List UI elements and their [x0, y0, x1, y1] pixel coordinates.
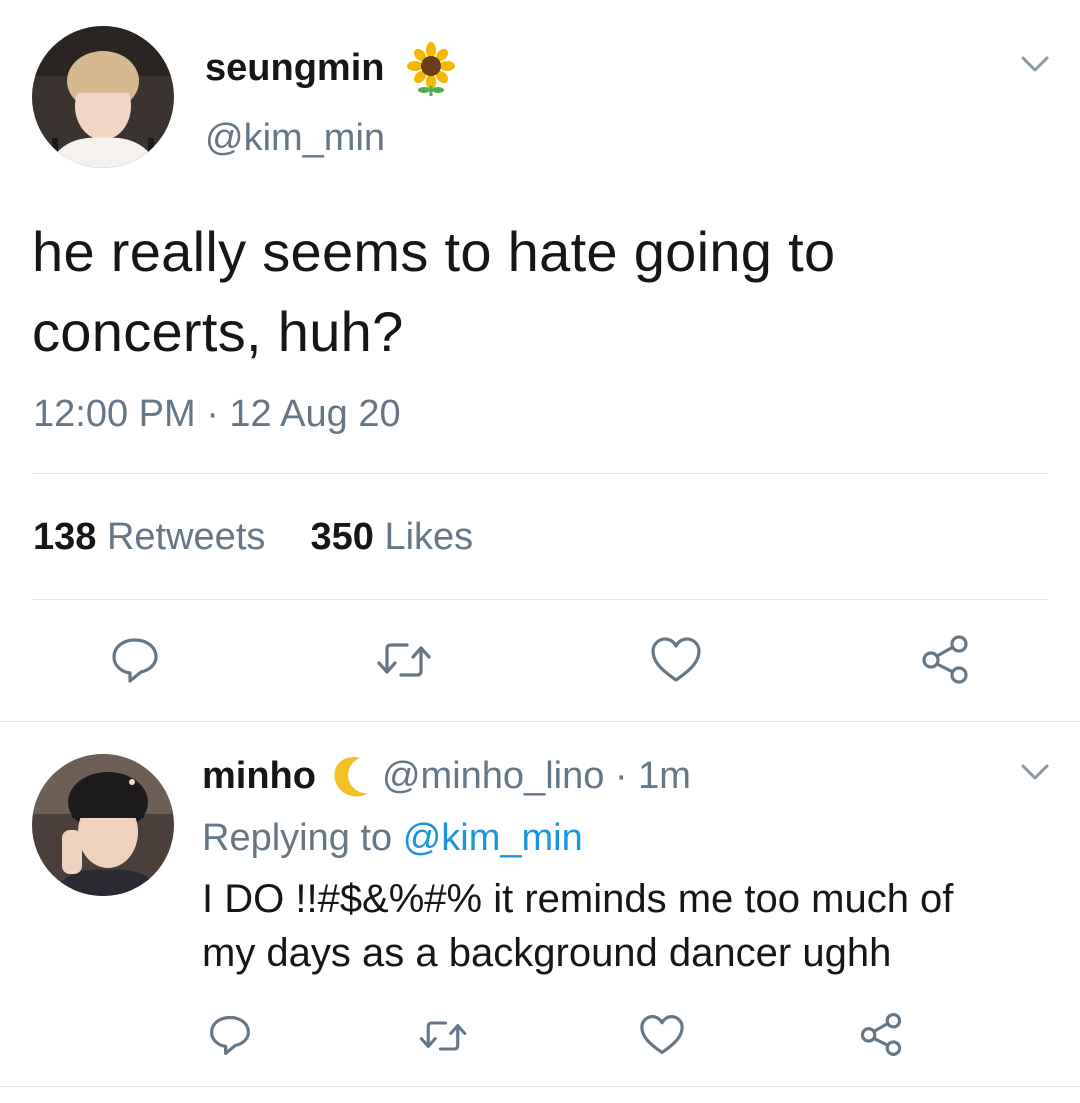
reply-header: minho @minho_lino · 1m [202, 752, 691, 800]
retweet-count[interactable]: 138 [33, 516, 96, 558]
retweet-icon[interactable] [374, 634, 434, 686]
reply-icon[interactable] [206, 1012, 254, 1058]
reply-handle-time[interactable]: @minho_lino · 1m [382, 752, 691, 800]
tweet-text-line2: concerts, huh? [32, 300, 404, 363]
like-label[interactable]: Likes [384, 516, 473, 558]
divider-top [32, 473, 1048, 474]
share-icon[interactable] [856, 1010, 906, 1058]
reply-text: I DO !!#$&%#% it reminds me too much of … [202, 872, 953, 980]
reply-icon[interactable] [107, 634, 163, 686]
retweet-icon[interactable] [416, 1014, 470, 1058]
replying-to: Replying to @kim_min [202, 814, 583, 862]
tweet-timestamp[interactable]: 12:00 PM · 12 Aug 20 [33, 390, 401, 438]
tweet-text: he really seems to hate going to concert… [32, 212, 835, 372]
like-icon[interactable] [648, 634, 704, 686]
replying-handle-link[interactable]: @kim_min [403, 817, 583, 859]
crescent-moon-emoji [330, 754, 370, 798]
divider-bottom [0, 1086, 1080, 1087]
chevron-down-icon[interactable] [1018, 760, 1052, 784]
sunflower-emoji [406, 42, 456, 96]
engagement-stats: 138 Retweets 350 Likes [33, 513, 473, 561]
author-handle[interactable]: @kim_min [205, 114, 385, 162]
reply-text-line1: I DO !!#$&%#% it reminds me too much of [202, 877, 954, 921]
like-icon[interactable] [638, 1012, 686, 1058]
reply-avatar[interactable] [32, 754, 174, 896]
reply-author-name[interactable]: minho [202, 752, 316, 800]
retweet-label[interactable]: Retweets [107, 516, 265, 558]
like-count[interactable]: 350 [311, 516, 374, 558]
share-icon[interactable] [916, 632, 974, 686]
author-avatar[interactable] [32, 26, 174, 168]
chevron-down-icon[interactable] [1018, 52, 1052, 76]
author-name[interactable]: seungmin [205, 44, 384, 92]
divider-middle [32, 599, 1048, 600]
reply-text-line2: my days as a background dancer ughh [202, 931, 892, 975]
replying-prefix: Replying to [202, 817, 393, 859]
tweet-text-line1: he really seems to hate going to [32, 220, 836, 283]
divider-section [0, 721, 1080, 722]
